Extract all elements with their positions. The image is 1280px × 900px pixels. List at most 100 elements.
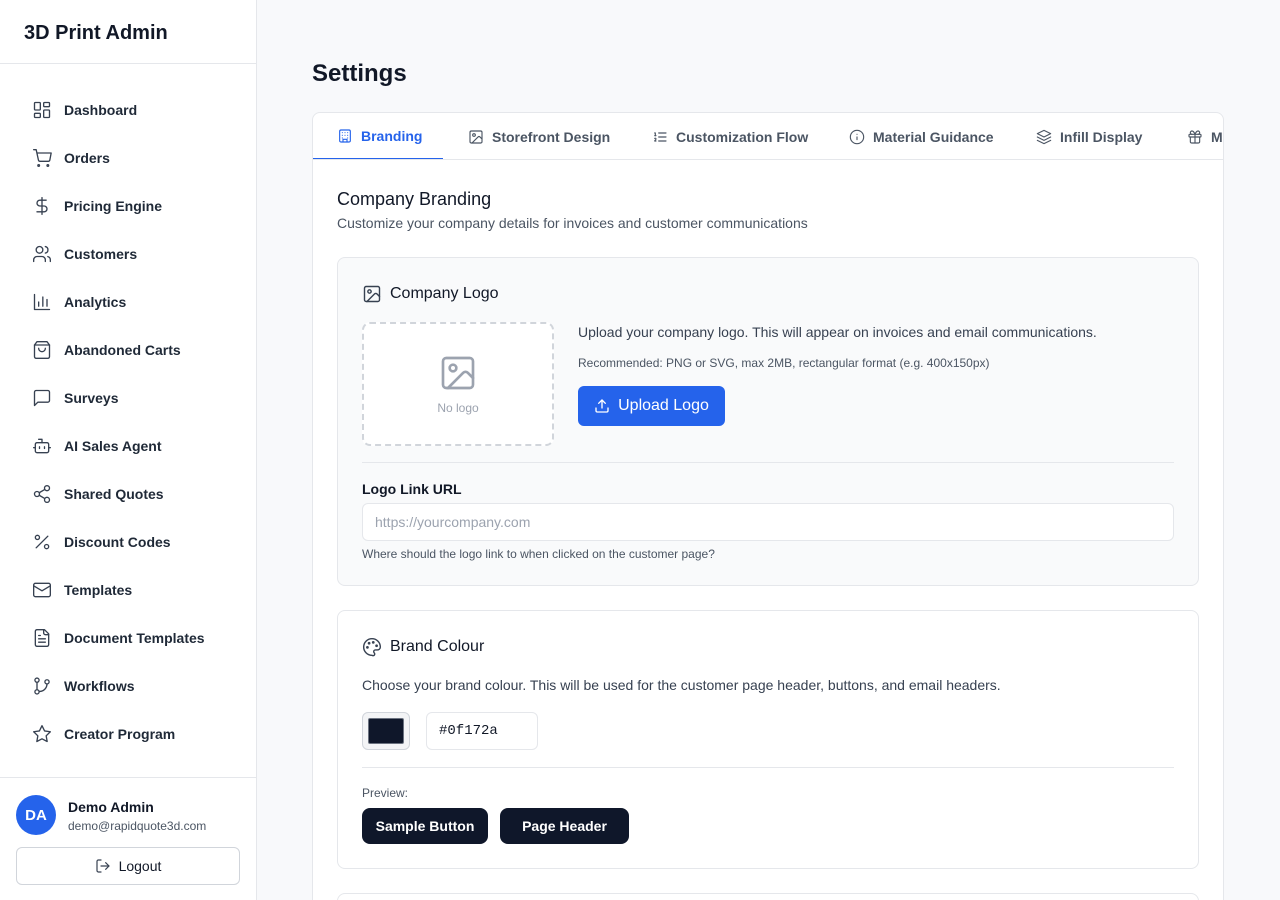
sidebar-item-pricing-engine[interactable]: Pricing Engine xyxy=(16,182,240,230)
gift-icon xyxy=(1188,129,1202,144)
users-icon xyxy=(32,244,52,264)
user-panel: DA Demo Admin demo@rapidquote3d.com Logo… xyxy=(0,777,256,900)
tab-branding[interactable]: Branding xyxy=(313,113,443,159)
layers-icon xyxy=(1036,129,1052,144)
company-logo-heading: Company Logo xyxy=(362,284,499,304)
avatar: DA xyxy=(16,795,56,835)
section-title: Company Branding xyxy=(337,189,492,209)
sidebar-item-label: Dashboard xyxy=(64,102,138,118)
tab-label: Branding xyxy=(361,127,423,144)
tab-label: Customization Flow xyxy=(676,128,809,145)
bar-chart-icon xyxy=(32,292,52,312)
info-icon xyxy=(849,129,865,144)
sample-button[interactable]: Sample Button xyxy=(362,808,488,844)
brand-colour-panel: Brand Colour Choose your brand colour. T… xyxy=(337,610,1199,869)
section-subtitle: Customize your company details for invoi… xyxy=(337,215,808,231)
tab-label: Material Guidance xyxy=(873,128,994,145)
sidebar-item-creator-program[interactable]: Creator Program xyxy=(16,710,240,758)
sidebar-item-label: Shared Quotes xyxy=(64,486,164,502)
sidebar-item-label: Creator Program xyxy=(64,726,176,742)
hex-colour-input[interactable] xyxy=(426,712,538,750)
brand-colour-description: Choose your brand colour. This will be u… xyxy=(362,677,1001,693)
sidebar-item-discount-codes[interactable]: Discount Codes xyxy=(16,518,240,566)
tab-more[interactable]: M xyxy=(1187,113,1223,159)
sidebar-item-label: Discount Codes xyxy=(64,534,171,550)
app-title: 3D Print Admin xyxy=(0,0,256,64)
sidebar-item-label: Analytics xyxy=(64,294,127,310)
image-placeholder-icon xyxy=(441,356,475,390)
sidebar-item-label: AI Sales Agent xyxy=(64,438,162,454)
log-out-icon xyxy=(95,859,110,873)
layout-dashboard-icon xyxy=(32,100,52,120)
sidebar-item-analytics[interactable]: Analytics xyxy=(16,278,240,326)
sidebar-item-document-templates[interactable]: Document Templates xyxy=(16,614,240,662)
sample-button-label: Sample Button xyxy=(375,818,475,834)
sidebar-item-dashboard[interactable]: Dashboard xyxy=(16,86,240,134)
shopping-cart-icon xyxy=(32,148,52,168)
sidebar-item-workflows[interactable]: Workflows xyxy=(16,662,240,710)
dollar-sign-icon xyxy=(32,196,52,216)
shopping-bag-icon xyxy=(32,340,52,360)
tab-label: Storefront Design xyxy=(492,128,611,145)
sidebar-item-ai-sales-agent[interactable]: AI Sales Agent xyxy=(16,422,240,470)
upload-logo-label: Upload Logo xyxy=(618,397,709,414)
tab-infill-display[interactable]: Infill Display xyxy=(1036,113,1142,159)
sidebar-item-label: Templates xyxy=(64,582,133,598)
logout-label: Logout xyxy=(118,858,162,874)
sidebar-item-abandoned-carts[interactable]: Abandoned Carts xyxy=(16,326,240,374)
logo-link-help: Where should the logo link to when click… xyxy=(362,547,715,561)
file-text-icon xyxy=(32,628,52,648)
message-square-icon xyxy=(32,388,52,408)
sidebar-item-orders[interactable]: Orders xyxy=(16,134,240,182)
brand-colour-title: Brand Colour xyxy=(390,638,485,655)
company-logo-title: Company Logo xyxy=(390,285,499,302)
sidebar-item-customers[interactable]: Customers xyxy=(16,230,240,278)
sidebar-item-label: Pricing Engine xyxy=(64,198,163,214)
git-branch-icon xyxy=(32,676,52,696)
divider xyxy=(362,767,1174,768)
divider xyxy=(362,462,1174,463)
upload-icon xyxy=(595,399,609,413)
logo-link-label: Logo Link URL xyxy=(362,481,462,497)
page-header-preview: Page Header xyxy=(500,808,629,844)
mail-icon xyxy=(32,580,52,600)
sidebar-item-label: Surveys xyxy=(64,390,119,406)
sidebar-item-label: Orders xyxy=(64,150,110,166)
tab-label: M xyxy=(1211,128,1223,145)
settings-tabs: Branding Storefront Design Customization… xyxy=(313,113,1223,160)
colour-swatch-fill xyxy=(368,718,404,744)
tab-storefront-design[interactable]: Storefront Design xyxy=(468,113,611,159)
logout-button[interactable]: Logout xyxy=(16,847,240,885)
sidebar-item-label: Abandoned Carts xyxy=(64,342,181,358)
brand-colour-heading: Brand Colour xyxy=(362,637,484,657)
building-icon xyxy=(339,128,351,143)
no-logo-text: No logo xyxy=(437,401,479,415)
share-icon xyxy=(32,484,52,504)
logo-preview[interactable]: No logo xyxy=(362,322,554,446)
user-name: Demo Admin xyxy=(68,799,154,815)
preview-label: Preview: xyxy=(362,786,409,800)
logo-link-url-input[interactable] xyxy=(362,503,1174,541)
colour-picker-swatch[interactable] xyxy=(362,712,410,750)
palette-icon xyxy=(362,637,382,657)
image-icon xyxy=(469,129,483,144)
bot-icon xyxy=(32,436,52,456)
percent-icon xyxy=(32,532,52,552)
sidebar-nav: Dashboard Orders Pricing Engine Customer… xyxy=(16,86,240,762)
list-ordered-icon xyxy=(654,131,667,142)
user-email: demo@rapidquote3d.com xyxy=(68,819,207,833)
upload-logo-button[interactable]: Upload Logo xyxy=(578,386,725,426)
next-settings-panel xyxy=(337,893,1199,900)
sidebar-item-templates[interactable]: Templates xyxy=(16,566,240,614)
sidebar-item-label: Document Templates xyxy=(64,630,205,646)
sidebar-item-label: Customers xyxy=(64,246,138,262)
page-title: Settings xyxy=(312,60,407,87)
sidebar: 3D Print Admin Dashboard Orders Pricing … xyxy=(0,0,257,900)
tab-customization-flow[interactable]: Customization Flow xyxy=(652,113,809,159)
sidebar-item-shared-quotes[interactable]: Shared Quotes xyxy=(16,470,240,518)
upload-recommendation: Recommended: PNG or SVG, max 2MB, rectan… xyxy=(578,356,990,370)
tab-material-guidance[interactable]: Material Guidance xyxy=(849,113,994,159)
sidebar-item-surveys[interactable]: Surveys xyxy=(16,374,240,422)
sidebar-item-label: Workflows xyxy=(64,678,135,694)
settings-card: Branding Storefront Design Customization… xyxy=(312,112,1224,900)
